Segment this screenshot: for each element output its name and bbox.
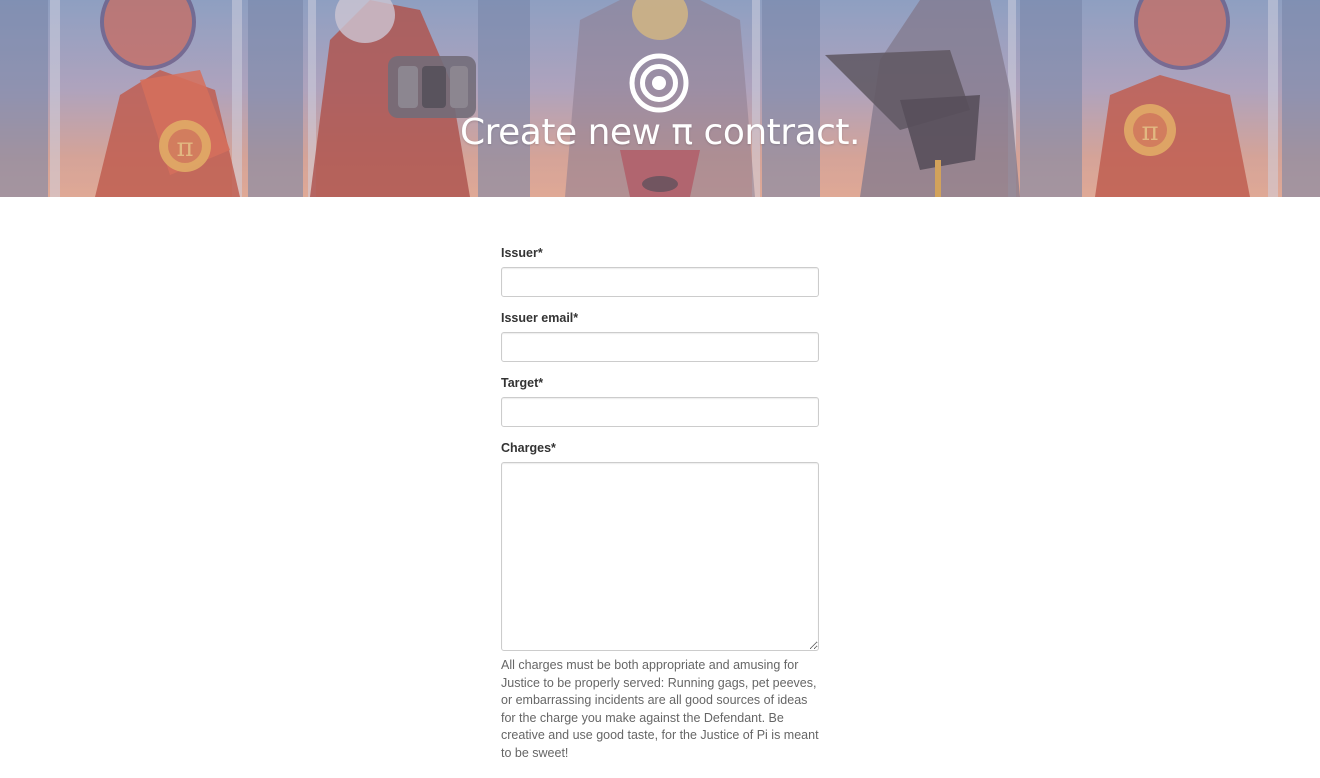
issuer-label: Issuer* [501,246,543,260]
hero-banner: π π Create new π contract. [0,0,1320,197]
issuer-input[interactable] [501,267,819,297]
concentric-circles-icon [629,53,689,113]
issuer-email-input[interactable] [501,332,819,362]
charges-label: Charges* [501,441,556,455]
hero-content: Create new π contract. [0,0,1320,197]
charges-help-text: All charges must be both appropriate and… [501,658,819,760]
target-label: Target* [501,376,544,390]
page-title: Create new π contract. [460,112,861,153]
issuer-email-label: Issuer email* [501,311,579,325]
charges-textarea[interactable] [501,462,819,651]
contract-form: Issuer* Issuer email* Target* Charges* A… [501,246,819,763]
target-input[interactable] [501,397,819,427]
